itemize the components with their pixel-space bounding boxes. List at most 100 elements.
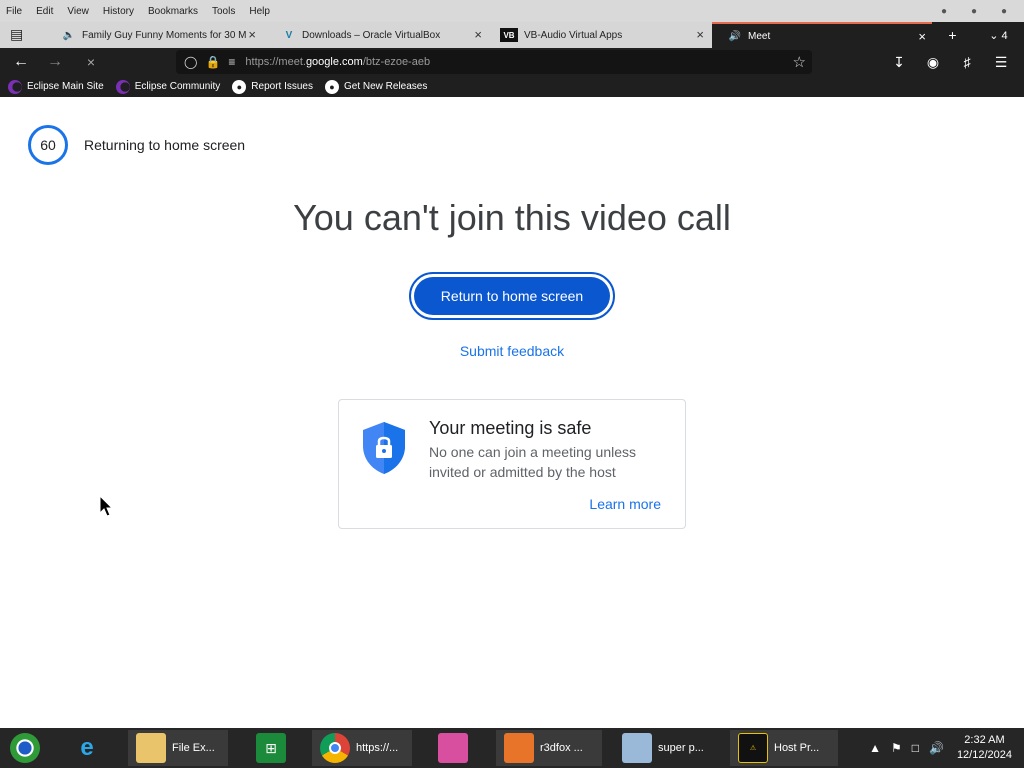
clock-date: 12/12/2024	[956, 749, 1012, 761]
bookmark-label: Eclipse Community	[134, 81, 221, 92]
action-center-flag-icon[interactable]: ⚑	[891, 741, 902, 755]
chrome-old-icon	[10, 733, 40, 763]
clock[interactable]: 2:32 AM 12/12/2024	[957, 733, 1012, 763]
learn-more-link[interactable]: Learn more	[589, 496, 661, 512]
bookmark-report-issues[interactable]: ● Report Issues	[232, 79, 313, 94]
meeting-safe-card: Your meeting is safe No one can join a m…	[338, 399, 686, 529]
downloads-icon[interactable]: ↧	[888, 52, 910, 72]
page-title: You can't join this video call	[293, 197, 731, 238]
meet-page: 60 Returning to home screen You can't jo…	[0, 97, 1024, 728]
taskbar-label: Host Pr...	[774, 742, 820, 754]
tab-family-guy[interactable]: 🔈 Family Guy Funny Moments for 30 M ×	[56, 22, 262, 48]
taskbar-chrome[interactable]: https://...	[312, 730, 412, 766]
close-tab-icon[interactable]: ×	[696, 27, 704, 42]
url-path: /btz-ezoe-aeb	[362, 56, 431, 68]
store-icon: ⊞	[256, 733, 286, 763]
clock-time: 2:32 AM	[964, 734, 1005, 746]
safe-description: No one can join a meeting unless invited…	[429, 444, 637, 480]
system-tray: ▲ ⚑ □ 🔊 2:32 AM 12/12/2024	[864, 728, 1024, 768]
address-bar[interactable]: ◯ 🔒 ≡ https://meet.google.com/btz-ezoe-a…	[176, 50, 812, 74]
menu-tools[interactable]: Tools	[212, 6, 235, 17]
bookmark-star-icon[interactable]: ☆	[793, 53, 806, 71]
tab-label: VB-Audio Virtual Apps	[524, 29, 623, 41]
taskbar-file-explorer[interactable]: File Ex...	[128, 730, 228, 766]
menu-file[interactable]: File	[6, 6, 22, 17]
new-tab-icon[interactable]: +	[948, 27, 956, 43]
window-controls: ● ● ●	[934, 3, 1014, 19]
menu-history[interactable]: History	[103, 6, 134, 17]
submit-feedback-text[interactable]: Submit feedback	[460, 343, 564, 359]
tab-label: Downloads – Oracle VirtualBox	[302, 29, 441, 41]
menu-bar: File Edit View History Bookmarks Tools H…	[0, 0, 1024, 22]
extensions-icon[interactable]: ♯	[956, 52, 978, 72]
taskbar-internet-explorer[interactable]: e	[64, 730, 114, 766]
taskbar-label: super p...	[658, 742, 704, 754]
taskbar-r3dfox[interactable]: r3dfox ...	[496, 730, 602, 766]
tab-virtualbox[interactable]: V Downloads – Oracle VirtualBox ×	[278, 22, 488, 48]
taskbar: e File Ex... ⊞ https://... r3dfox ... su…	[0, 728, 1024, 768]
close-tab-icon[interactable]: ×	[474, 27, 482, 42]
bookmark-get-new-releases[interactable]: ● Get New Releases	[325, 79, 428, 94]
mouse-cursor-icon	[99, 495, 113, 517]
host-process-icon: ⚠	[738, 733, 768, 763]
stop-loading-icon[interactable]: ×	[80, 52, 102, 72]
close-tab-icon[interactable]: ×	[248, 27, 256, 42]
menu-hamburger-icon[interactable]: ☰	[990, 52, 1012, 72]
menu-view[interactable]: View	[67, 6, 89, 17]
countdown-label: Returning to home screen	[84, 137, 246, 153]
tab-list-icon[interactable]: ▤	[10, 26, 28, 44]
taskbar-super-paint[interactable]: super p...	[614, 730, 720, 766]
internet-explorer-icon: e	[80, 734, 94, 761]
taskbar-host-process[interactable]: ⚠ Host Pr...	[730, 730, 838, 766]
bookmark-eclipse-community[interactable]: Eclipse Community	[115, 79, 221, 94]
return-home-button[interactable]: Return to home screen	[414, 277, 610, 315]
taskbar-pink-cat[interactable]	[430, 730, 486, 766]
paint-icon	[622, 733, 652, 763]
network-icon[interactable]: □	[912, 741, 919, 755]
github-icon: ●	[232, 79, 247, 94]
back-icon[interactable]: ←	[10, 52, 32, 72]
taskbar-label: https://...	[356, 742, 399, 754]
url-domain: google.com	[305, 56, 363, 68]
submit-feedback-link: Submit feedback	[0, 343, 1024, 359]
taskbar-label: File Ex...	[172, 742, 215, 754]
close-window-icon[interactable]: ●	[994, 3, 1014, 19]
tab-overflow-count: 4	[1001, 29, 1008, 42]
bookmark-label: Get New Releases	[344, 81, 428, 92]
shield-tracking-icon[interactable]: ◯	[184, 55, 197, 69]
shield-lock-icon	[363, 422, 405, 474]
github-icon: ●	[325, 79, 339, 94]
url-prefix: https://meet.	[245, 56, 306, 68]
volume-icon[interactable]: 🔊	[929, 741, 944, 755]
tab-meet[interactable]: 🔊 Meet ×	[712, 22, 932, 48]
taskbar-chrome-old[interactable]	[2, 730, 52, 766]
tab-vb-audio[interactable]: VB VB-Audio Virtual Apps ×	[500, 22, 710, 48]
chrome-icon	[320, 733, 350, 763]
eclipse-icon	[115, 79, 130, 94]
url-text[interactable]: https://meet.google.com/btz-ezoe-aeb	[245, 56, 430, 68]
show-hidden-icons-icon[interactable]: ▲	[869, 741, 881, 755]
bookmark-eclipse-main-site[interactable]: Eclipse Main Site	[8, 79, 104, 94]
forward-icon[interactable]: →	[44, 52, 66, 72]
eclipse-icon	[8, 79, 22, 94]
countdown-timer: 60	[28, 125, 68, 165]
account-icon[interactable]: ◉	[922, 52, 944, 72]
bookmarks-bar: Eclipse Main Site Eclipse Community ● Re…	[0, 76, 1024, 97]
maximize-icon[interactable]: ●	[964, 3, 984, 19]
taskbar-store[interactable]: ⊞	[248, 730, 298, 766]
close-tab-icon[interactable]: ×	[918, 29, 926, 44]
bookmark-label: Eclipse Main Site	[27, 81, 104, 92]
minimize-icon[interactable]: ●	[934, 3, 954, 19]
permissions-icon[interactable]: ≡	[228, 55, 235, 69]
bookmark-label: Report Issues	[251, 81, 313, 92]
safe-title: Your meeting is safe	[429, 418, 592, 438]
menu-bookmarks[interactable]: Bookmarks	[148, 6, 198, 17]
menu-edit[interactable]: Edit	[36, 6, 53, 17]
virtualbox-icon: V	[285, 29, 293, 41]
menu-help[interactable]: Help	[249, 6, 270, 17]
taskbar-label: r3dfox ...	[540, 742, 583, 754]
lock-icon[interactable]: 🔒	[205, 55, 220, 69]
tab-overflow[interactable]: ⌄ 4	[989, 29, 1007, 42]
tab-bar: ▤ 🔈 Family Guy Funny Moments for 30 M × …	[0, 22, 1024, 48]
vb-audio-icon: VB	[500, 28, 518, 42]
